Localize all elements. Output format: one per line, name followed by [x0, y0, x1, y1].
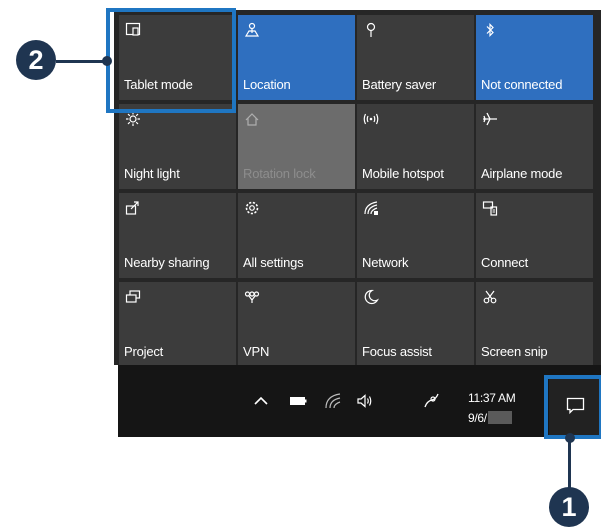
project-icon — [125, 290, 141, 303]
night-light-icon — [126, 112, 140, 126]
callout-2-badge: 2 — [16, 40, 56, 80]
wifi-icon[interactable] — [324, 392, 342, 410]
action-center-highlight — [544, 375, 601, 439]
quick-action-project[interactable]: Project — [119, 282, 236, 367]
taskbar: 11:37 AM 9/6/ — [118, 365, 601, 437]
connect-icon — [482, 201, 498, 216]
volume-icon[interactable] — [356, 392, 374, 410]
quick-action-vpn[interactable]: VPN — [238, 282, 355, 367]
quick-action-focus-assist[interactable]: Focus assist — [357, 282, 474, 367]
clock-date: 9/6/ — [468, 411, 487, 425]
tile-label: Mobile hotspot — [362, 166, 444, 181]
screen-snip-icon — [483, 290, 497, 304]
tile-label: Connect — [481, 255, 529, 270]
mobile-hotspot-icon — [363, 113, 379, 125]
quick-action-network[interactable]: Network — [357, 193, 474, 278]
tablet-mode-highlight — [106, 8, 236, 113]
callout-2-dot — [102, 56, 112, 66]
nearby-sharing-icon — [125, 201, 139, 215]
bluetooth-icon — [486, 23, 494, 37]
tile-label: Network — [362, 255, 409, 270]
tile-label: Battery saver — [362, 77, 436, 92]
pen-icon[interactable] — [423, 391, 441, 409]
tile-label: Screen snip — [481, 344, 548, 359]
callout-1-leader — [568, 437, 571, 492]
network-icon — [364, 201, 378, 215]
quick-action-screen-snip[interactable]: Screen snip — [476, 282, 593, 367]
callout-1-dot — [565, 433, 575, 443]
settings-gear-icon — [245, 201, 259, 215]
chevron-up-icon[interactable] — [252, 392, 270, 410]
tile-label: Airplane mode — [481, 166, 563, 181]
quick-action-location[interactable]: Location — [238, 15, 355, 100]
rotation-lock-icon — [245, 113, 259, 126]
taskbar-clock[interactable]: 11:37 AM 9/6/ — [468, 388, 516, 428]
tile-label: Night light — [124, 166, 180, 181]
location-icon — [244, 22, 260, 37]
battery-saver-icon — [366, 22, 376, 37]
quick-action-connect[interactable]: Connect — [476, 193, 593, 278]
quick-action-bluetooth[interactable]: Not connected — [476, 15, 593, 100]
focus-assist-icon — [364, 289, 379, 305]
quick-action-rotation-lock[interactable]: Rotation lock — [238, 104, 355, 189]
battery-icon[interactable] — [289, 392, 307, 410]
tile-label: All settings — [243, 255, 304, 270]
tile-label: Focus assist — [362, 344, 432, 359]
tile-label: Rotation lock — [243, 166, 316, 181]
quick-action-airplane-mode[interactable]: Airplane mode — [476, 104, 593, 189]
callout-2-leader — [56, 60, 106, 63]
callout-1-badge: 1 — [549, 487, 589, 527]
quick-action-battery-saver[interactable]: Battery saver — [357, 15, 474, 100]
quick-action-night-light[interactable]: Night light — [119, 104, 236, 189]
tile-label: Location — [243, 77, 291, 92]
airplane-mode-icon — [483, 112, 497, 126]
vpn-icon — [244, 291, 260, 303]
tile-label: Not connected — [481, 77, 563, 92]
date-redaction — [487, 411, 512, 424]
quick-action-nearby-sharing[interactable]: Nearby sharing — [119, 193, 236, 278]
tile-label: Project — [124, 344, 164, 359]
quick-action-all-settings[interactable]: All settings — [238, 193, 355, 278]
clock-time: 11:37 AM — [468, 391, 516, 405]
quick-action-mobile-hotspot[interactable]: Mobile hotspot — [357, 104, 474, 189]
tile-label: VPN — [243, 344, 270, 359]
tile-label: Nearby sharing — [124, 255, 210, 270]
